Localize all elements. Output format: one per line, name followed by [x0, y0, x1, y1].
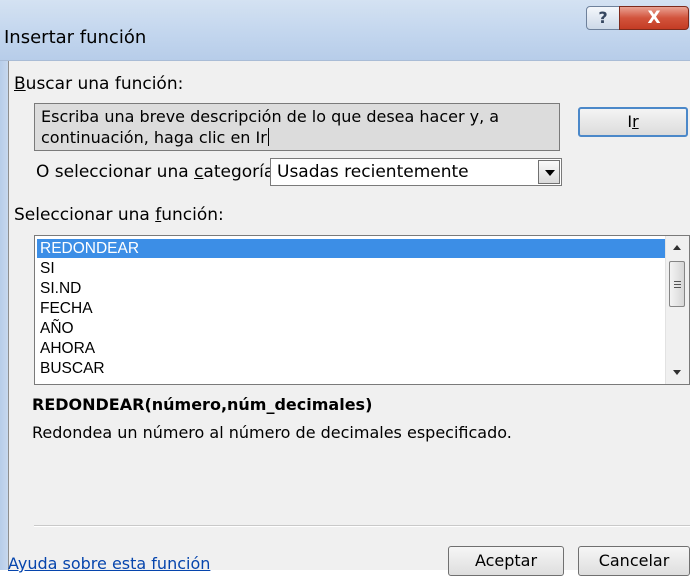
function-list-item[interactable]: AHORA [37, 339, 667, 358]
category-selected-value: Usadas recientemente [277, 162, 469, 182]
question-icon: ? [598, 8, 608, 27]
function-list-label: Seleccionar una función: [14, 205, 224, 225]
grip-line [674, 284, 681, 285]
function-list-item[interactable]: SI.ND [37, 279, 667, 298]
function-list[interactable]: REDONDEAR SI SI.ND FECHA AÑO AHORA BUSCA… [34, 235, 690, 385]
function-help-link[interactable]: Ayuda sobre esta función [8, 554, 210, 573]
function-list-item[interactable]: BUSCAR [37, 359, 667, 378]
grip-line [674, 287, 681, 288]
window-frame [0, 61, 8, 570]
text-caret [267, 128, 269, 146]
scroll-up-arrow-icon[interactable] [666, 236, 689, 256]
category-select[interactable]: Usadas recientemente [270, 158, 562, 186]
go-button[interactable]: Ir [578, 107, 688, 137]
grip-line [674, 281, 681, 282]
chevron-down-icon[interactable] [538, 160, 560, 184]
function-syntax: REDONDEAR(número,núm_decimales) [32, 395, 373, 414]
category-label: O seleccionar una categoría: [36, 162, 281, 182]
divider [34, 525, 690, 527]
title-bar: Insertar función ? X [0, 0, 690, 61]
cancel-button[interactable]: Cancelar [578, 546, 690, 576]
function-list-item[interactable]: AÑO [37, 319, 667, 338]
function-list-item[interactable]: FECHA [37, 299, 667, 318]
vertical-scrollbar[interactable] [665, 236, 689, 384]
scroll-down-arrow-icon[interactable] [666, 364, 689, 384]
close-icon: X [647, 8, 661, 28]
ok-button[interactable]: Aceptar [448, 546, 564, 576]
close-button[interactable]: X [619, 6, 689, 30]
search-input[interactable]: Escriba una breve descripción de lo que … [34, 103, 560, 151]
window-title: Insertar función [4, 27, 147, 48]
scrollbar-thumb[interactable] [669, 261, 685, 307]
search-input-text: Escriba una breve descripción de lo que … [41, 107, 500, 147]
function-list-item[interactable]: REDONDEAR [37, 239, 667, 258]
function-description: Redondea un número al número de decimale… [32, 423, 512, 442]
search-label: Buscar una función: [14, 74, 184, 94]
help-button[interactable]: ? [586, 6, 620, 30]
function-list-item[interactable]: SI [37, 259, 667, 278]
